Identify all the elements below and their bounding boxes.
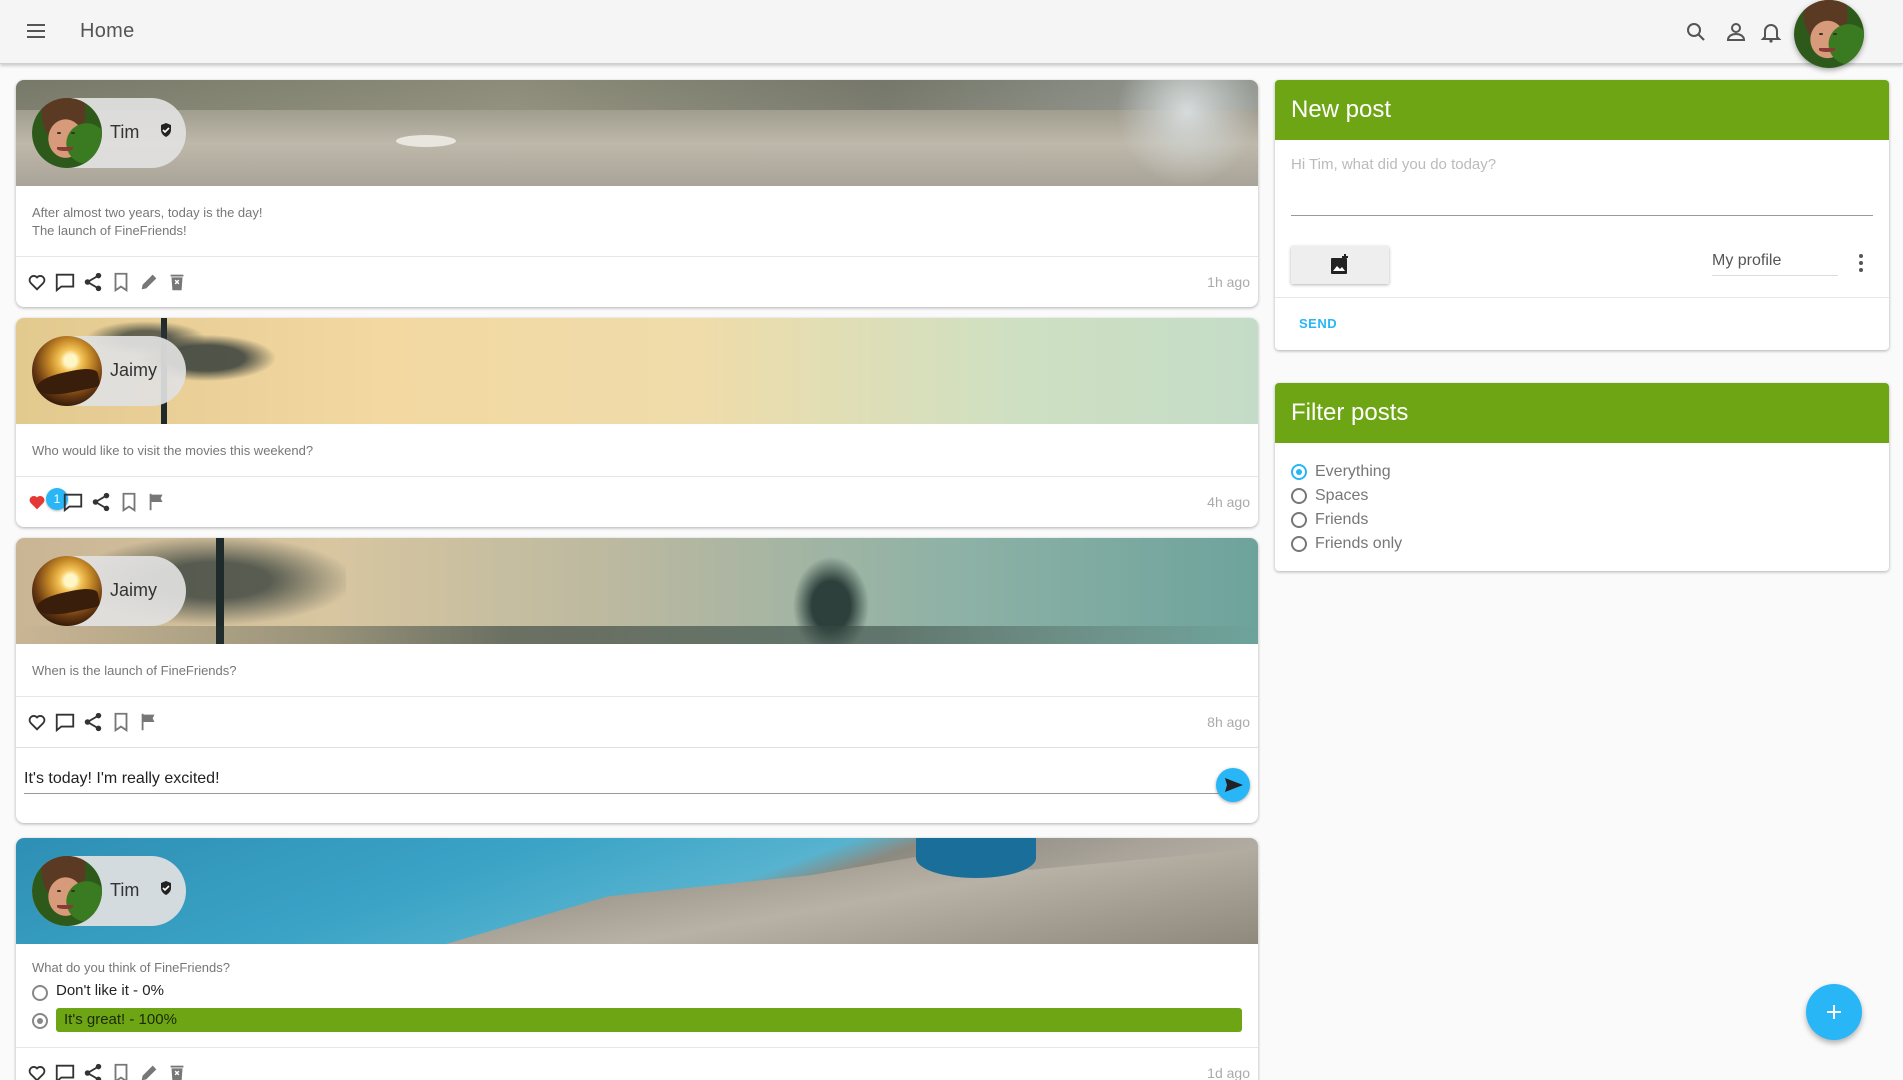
top-app-bar: Home [0, 0, 1903, 68]
more-vert-icon[interactable] [1857, 252, 1865, 274]
add-image-button[interactable] [1291, 246, 1389, 284]
filter-option-label: Everything [1315, 463, 1391, 480]
filter-panel: Filter posts Everything Spaces Friends F… [1275, 383, 1889, 571]
post-banner-image: Jaimy [16, 538, 1258, 644]
poll-radio-selected[interactable] [32, 1013, 48, 1029]
filter-option-label: Friends [1315, 511, 1369, 528]
author-name: Tim [110, 122, 140, 142]
poll-option-label: It's great! - 100% [64, 1011, 177, 1028]
author-chip[interactable]: Tim [32, 856, 186, 926]
heart-icon[interactable] [26, 1062, 48, 1080]
radio[interactable] [1291, 512, 1307, 528]
post-card: Tim After almost two years, today is the… [16, 80, 1258, 307]
menu-icon[interactable] [24, 20, 48, 44]
avatar [32, 556, 102, 626]
comment-icon[interactable] [54, 711, 76, 733]
audience-select[interactable]: My profile [1712, 246, 1838, 276]
comment-icon[interactable] [54, 1062, 76, 1080]
post-time: 1h ago [1207, 274, 1250, 290]
post-text-line: After almost two years, today is the day… [32, 205, 263, 220]
filter-option-label: Spaces [1315, 487, 1369, 504]
author-name: Jaimy [110, 580, 158, 600]
author-name: Tim [110, 880, 140, 900]
author-chip[interactable]: Jaimy [32, 336, 186, 406]
bookmark-icon[interactable] [110, 711, 132, 733]
delete-icon[interactable] [166, 1062, 188, 1080]
radio-selected[interactable] [1291, 464, 1307, 480]
edit-icon[interactable] [138, 1062, 160, 1080]
post-time: 8h ago [1207, 714, 1250, 730]
post-actions: 8h ago [16, 697, 1258, 747]
post-banner-image: Jaimy [16, 318, 1258, 424]
comment-composer [16, 747, 1258, 823]
post-card: Jaimy When is the launch of FineFriends?… [16, 538, 1258, 823]
flag-icon[interactable] [146, 491, 168, 513]
post-actions: 1d ago [16, 1048, 1258, 1080]
bookmark-icon[interactable] [118, 491, 140, 513]
post-card: Tim What do you think of FineFriends? Do… [16, 838, 1258, 1080]
post-text: When is the launch of FineFriends? [16, 644, 1258, 697]
flag-icon[interactable] [138, 711, 160, 733]
post-banner-image: Tim [16, 80, 1258, 186]
post-text: Who would like to visit the movies this … [16, 424, 1258, 477]
poll-option[interactable]: Don't like it - 0% [32, 979, 1242, 1007]
poll-question: What do you think of FineFriends? [32, 960, 230, 975]
poll-result-bar: It's great! - 100% [56, 1008, 1242, 1032]
verified-icon [158, 122, 174, 138]
avatar [32, 856, 102, 926]
delete-icon[interactable] [166, 271, 188, 293]
comment-icon[interactable] [54, 271, 76, 293]
panel-title: New post [1275, 80, 1889, 140]
post-text-line: When is the launch of FineFriends? [32, 663, 237, 678]
poll-radio[interactable] [32, 985, 48, 1001]
filter-option-label: Friends only [1315, 535, 1403, 552]
avatar [32, 98, 102, 168]
post-text-line: Who would like to visit the movies this … [32, 443, 314, 458]
poll-option-label: Don't like it - 0% [56, 982, 164, 999]
panel-title: Filter posts [1275, 383, 1889, 443]
comment-input[interactable] [24, 756, 1222, 794]
edit-icon[interactable] [138, 271, 160, 293]
post-card: Jaimy Who would like to visit the movies… [16, 318, 1258, 527]
user-avatar[interactable] [1794, 0, 1864, 68]
heart-icon[interactable] [26, 271, 48, 293]
poll: What do you think of FineFriends? Don't … [16, 944, 1258, 1048]
post-time: 4h ago [1207, 494, 1250, 510]
author-chip[interactable]: Tim [32, 98, 186, 168]
poll-option[interactable]: It's great! - 100% [32, 1007, 1242, 1035]
send-button[interactable]: SEND [1299, 316, 1337, 331]
post-text: After almost two years, today is the day… [16, 186, 1258, 257]
avatar [32, 336, 102, 406]
add-post-fab[interactable] [1806, 984, 1862, 1040]
verified-icon [158, 880, 174, 896]
share-icon[interactable] [90, 491, 112, 513]
page-title: Home [80, 20, 135, 42]
person-icon[interactable] [1724, 20, 1748, 44]
heart-icon[interactable] [26, 711, 48, 733]
bookmark-icon[interactable] [110, 1062, 132, 1080]
post-text-line: The launch of FineFriends! [32, 223, 187, 238]
heart-filled-icon[interactable]: 1 [26, 488, 68, 513]
author-chip[interactable]: Jaimy [32, 556, 186, 626]
author-name: Jaimy [110, 360, 158, 380]
search-icon[interactable] [1684, 20, 1708, 44]
new-post-panel: New post My profile SEND [1275, 80, 1889, 350]
radio[interactable] [1291, 488, 1307, 504]
post-actions: 1h ago [16, 257, 1258, 307]
post-time: 1d ago [1207, 1065, 1250, 1080]
share-icon[interactable] [82, 271, 104, 293]
comment-icon[interactable] [62, 491, 84, 513]
radio[interactable] [1291, 536, 1307, 552]
divider [1275, 297, 1889, 298]
share-icon[interactable] [82, 1062, 104, 1080]
bookmark-icon[interactable] [110, 271, 132, 293]
new-post-textarea[interactable] [1291, 156, 1873, 216]
post-banner-image: Tim [16, 838, 1258, 944]
bell-icon[interactable] [1759, 20, 1783, 44]
send-comment-button[interactable] [1216, 768, 1250, 802]
share-icon[interactable] [82, 711, 104, 733]
post-actions: 1 4h ago [16, 477, 1258, 527]
